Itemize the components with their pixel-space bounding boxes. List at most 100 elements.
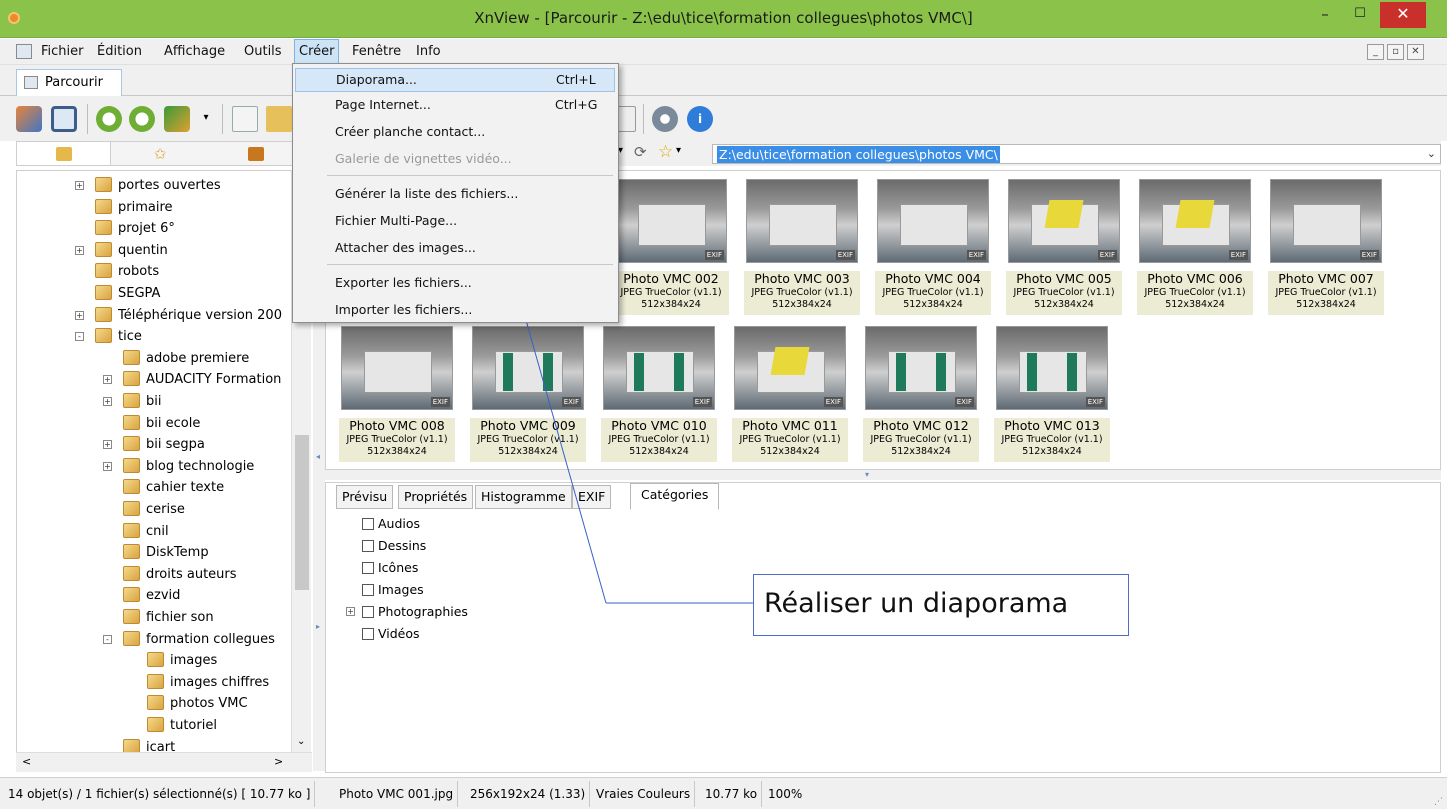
fullscreen-view-icon[interactable] [16,106,42,132]
thumbnail-item[interactable]: EXIF Photo VMC 002 JPEG TrueColor (v1.1) 51… [608,175,734,315]
close-button[interactable]: ✕ [1380,2,1426,28]
folder-tree[interactable]: + portes ouvertes primaire projet 6° + quenti… [16,170,311,753]
horizontal-splitter[interactable]: ▾ [325,470,1441,480]
category-checkbox[interactable] [362,584,374,596]
create-menu-item[interactable]: Fichier Multi-Page... [295,209,615,233]
thumbnail-item[interactable]: EXIF Photo VMC 012 JPEG TrueColor (v1.1) 51… [858,322,984,462]
folder-tree-item[interactable]: cnil [123,521,169,542]
expand-icon[interactable]: + [75,310,84,320]
expand-icon[interactable]: + [103,397,112,406]
folder-tree-item[interactable]: cahier texte [123,477,224,498]
collapse-icon[interactable]: - [75,332,84,342]
minimize-button[interactable]: – [1312,2,1338,28]
thumbnail-item[interactable]: EXIF Photo VMC 004 JPEG TrueColor (v1.1) 51… [870,175,996,315]
menu-outils[interactable]: Outils [240,39,286,65]
thumbnail-item[interactable]: EXIF Photo VMC 011 JPEG TrueColor (v1.1) 51… [727,322,853,462]
scroll-left-icon[interactable]: < [22,755,31,768]
folder-tree-item[interactable]: bii ecole [123,413,200,434]
rotate-left-icon[interactable] [96,106,122,132]
folder-tree-item[interactable]: + bii [103,391,161,412]
fit-window-icon[interactable] [51,106,77,132]
settings-gear-icon[interactable] [652,106,678,132]
refresh-icon[interactable]: ⟳ [634,143,647,161]
tab-categories-panel[interactable]: Catégories [630,483,720,510]
collapse-icon[interactable]: - [103,634,112,644]
scroll-down-icon[interactable]: ⌄ [297,736,305,747]
folder-tree-item[interactable]: icart [123,737,175,752]
folder-tree-item[interactable]: + bii segpa [103,434,205,455]
category-checkbox[interactable] [362,628,374,640]
category-item[interactable]: Dessins [362,535,426,556]
folder-tree-item[interactable]: cerise [123,499,185,520]
category-item[interactable]: Vidéos [362,623,420,644]
tab-previsu[interactable]: Prévisu [336,485,394,509]
folder-tree-item[interactable]: projet 6° [95,218,175,239]
tab-parcourir[interactable]: Parcourir [16,69,122,96]
thumbnail-item[interactable]: EXIF Photo VMC 008 JPEG TrueColor (v1.1) 51… [334,322,460,462]
tab-folders[interactable] [17,142,111,165]
thumbnail-item[interactable]: EXIF Photo VMC 010 JPEG TrueColor (v1.1) 51… [596,322,722,462]
tab-favorites[interactable]: ✩ [113,142,207,165]
category-checkbox[interactable] [362,518,374,530]
folder-tree-item[interactable]: fichier son [123,607,214,628]
tab-proprietes[interactable]: Propriétés [398,485,474,509]
create-menu-item[interactable]: Créer planche contact... [295,120,615,144]
maximize-button[interactable]: ☐ [1347,2,1373,28]
path-input[interactable]: Z:\edu\tice\formation collegues\photos V… [712,144,1441,164]
folder-tree-item[interactable]: DiskTemp [123,542,209,563]
folder-tree-item[interactable]: SEGPA [95,283,160,304]
category-checkbox[interactable] [362,540,374,552]
collapse-right-icon[interactable]: ▸ [316,622,320,631]
path-dropdown-icon[interactable]: ⌄ [1427,147,1436,160]
scroll-right-icon[interactable]: > [274,755,283,768]
thumbnail-item[interactable]: EXIF Photo VMC 007 JPEG TrueColor (v1.1) 51… [1263,175,1389,315]
menu-info[interactable]: Info [412,39,445,65]
thumbnail-item[interactable]: EXIF Photo VMC 009 JPEG TrueColor (v1.1) 51… [465,322,591,462]
tree-horizontal-scrollbar[interactable]: < > [16,752,312,772]
folder-tree-item[interactable]: adobe premiere [123,348,249,369]
collapse-down-icon[interactable]: ▾ [865,470,869,479]
menu-creer[interactable]: Créer [294,39,340,65]
folder-tree-item[interactable]: primaire [95,197,173,218]
folder-tree-item[interactable]: + quentin [75,240,168,261]
mdi-window-icon[interactable] [16,44,32,59]
create-menu-item[interactable]: Attacher des images... [295,236,615,260]
expand-icon[interactable]: + [103,375,112,385]
folder-tree-item[interactable]: tutoriel [147,715,217,736]
tab-histogramme[interactable]: Histogramme [475,485,572,509]
menu-edition[interactable]: Édition [93,39,146,65]
menu-fichier[interactable]: Fichier [37,39,88,65]
convert-dropdown-icon[interactable]: ▾ [199,112,213,138]
folder-tree-item[interactable]: + blog technologie [103,456,254,477]
create-menu-item[interactable]: Diaporama... Ctrl+L [295,68,615,92]
folder-tree-item[interactable]: images chiffres [147,672,269,693]
collapse-left-icon[interactable]: ◂ [316,452,320,461]
menu-affichage[interactable]: Affichage [160,39,229,65]
tab-categories[interactable] [209,142,303,165]
create-menu-item[interactable]: Générer la liste des fichiers... [295,182,615,206]
category-item[interactable]: Icônes [362,557,418,578]
folder-tree-item[interactable]: droits auteurs [123,564,237,585]
category-item[interactable]: + Photographies [346,601,468,622]
mdi-restore-button[interactable]: ▫ [1387,44,1404,60]
expand-icon[interactable]: + [75,245,84,255]
thumbnail-item[interactable]: EXIF Photo VMC 003 JPEG TrueColor (v1.1) 51… [739,175,865,315]
new-document-icon[interactable] [232,106,258,132]
thumbnail-item[interactable]: EXIF Photo VMC 005 JPEG TrueColor (v1.1) 51… [1001,175,1127,315]
category-checkbox[interactable] [362,606,374,618]
folder-tree-item[interactable]: + AUDACITY Formation [103,369,281,390]
open-folder-icon[interactable] [266,106,292,132]
folder-tree-item[interactable]: - tice [75,326,142,347]
folder-tree-item[interactable]: ezvid [123,585,180,606]
create-menu-item[interactable]: Importer les fichiers... [295,298,615,322]
convert-icon[interactable] [164,106,190,132]
favorites-dropdown-icon[interactable]: ▾ [676,145,681,156]
mdi-close-button[interactable]: ✕ [1407,44,1424,60]
resize-grip-icon[interactable]: ⋰ [1434,797,1443,807]
create-menu-item[interactable]: Page Internet... Ctrl+G [295,93,615,117]
category-checkbox[interactable] [362,562,374,574]
folder-tree-item[interactable]: + Téléphérique version 200 [75,305,282,326]
thumbnail-item[interactable]: EXIF Photo VMC 006 JPEG TrueColor (v1.1) 51… [1132,175,1258,315]
create-menu-item[interactable]: Exporter les fichiers... [295,271,615,295]
tab-exif[interactable]: EXIF [572,485,612,509]
